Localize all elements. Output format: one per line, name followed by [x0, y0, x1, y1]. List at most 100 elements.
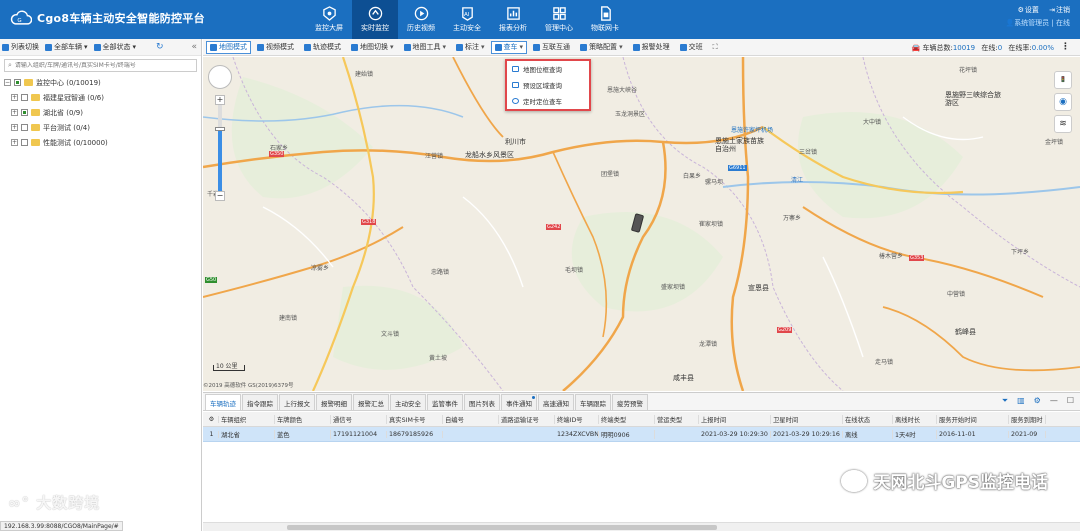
tree-checkbox[interactable]: [21, 94, 28, 101]
column-header[interactable]: 通信号: [331, 414, 387, 424]
folder-icon: [31, 139, 40, 146]
settings-icon[interactable]: ⚙: [1034, 396, 1041, 406]
pan-control[interactable]: [208, 65, 232, 89]
map-mode-button[interactable]: 地图模式: [206, 40, 251, 54]
tree-node[interactable]: + 湖北省 (0/9): [4, 105, 201, 120]
column-header[interactable]: 道路运输证号: [499, 414, 555, 424]
tree-checkbox[interactable]: [21, 139, 28, 146]
map-view[interactable]: 建始镇 石家乡 龙船水乡风景区 利川市 恩施大峡谷 玉龙洞景区 恩施许家坪机场 …: [203, 57, 1080, 391]
all-status-dropdown[interactable]: 全部状态 ▾: [93, 42, 136, 52]
map-label: 黄土坡: [429, 355, 448, 362]
column-header[interactable]: 在线状态: [843, 414, 893, 424]
column-header[interactable]: 真实SIM卡号: [387, 414, 443, 424]
track-mode-button[interactable]: 轨迹模式: [300, 41, 345, 54]
settings-button[interactable]: ⚙设置: [1018, 6, 1039, 14]
zoom-in-button[interactable]: +: [215, 95, 225, 105]
collapse-panel-icon[interactable]: «: [191, 42, 197, 52]
column-header[interactable]: 卫星时间: [771, 414, 843, 424]
table-row[interactable]: 1 湖北省 蓝色 17191121004 18679185926 1234ZXC…: [203, 427, 1080, 442]
nav-report-analysis[interactable]: 报表分析: [490, 0, 536, 39]
nav-active-safety[interactable]: AI 主动安全: [444, 0, 490, 39]
zoom-slider-handle[interactable]: [215, 126, 225, 131]
tree-node-root[interactable]: − 监控中心 (0/10019): [4, 75, 201, 90]
tab-highway-notice[interactable]: 高速通知: [538, 394, 574, 410]
tab-vehicle-status[interactable]: 车辆轨迹: [205, 394, 241, 410]
map-tools-dropdown[interactable]: 地图工具: [400, 41, 451, 54]
fullscreen-icon[interactable]: ⛶: [709, 41, 722, 54]
tree-checkbox[interactable]: [14, 79, 21, 86]
tab-alarm-detail[interactable]: 报警明细: [316, 394, 352, 410]
vehicle-search-input[interactable]: [14, 62, 195, 69]
tree-node[interactable]: + 性能测试 (0/10000): [4, 135, 201, 150]
column-header[interactable]: 服务开始时间: [937, 414, 1009, 424]
menu-item-timed-locate[interactable]: 定时定位查车: [507, 93, 589, 109]
find-vehicle-dropdown[interactable]: 查车: [490, 40, 528, 54]
refresh-icon[interactable]: ↻: [156, 42, 164, 52]
columns-icon[interactable]: ▥: [1017, 396, 1025, 406]
expand-node-icon[interactable]: +: [11, 109, 18, 116]
toolbar-label: 交班: [688, 43, 703, 51]
filter-icon[interactable]: ⏷: [1002, 396, 1008, 406]
list-switch-button[interactable]: 列表切换: [2, 42, 39, 52]
column-header[interactable]: 车牌颜色: [275, 414, 331, 424]
scrollbar-thumb[interactable]: [287, 525, 717, 530]
table-cell: 2021-03-29 10:29:30: [699, 430, 771, 438]
menu-item-preset-area-query[interactable]: 预设区域查询: [507, 77, 589, 93]
tree-node[interactable]: + 福建星冠智通 (0/6): [4, 90, 201, 105]
tree-checkbox[interactable]: [21, 124, 28, 131]
nav-realtime-monitor[interactable]: 实时监控: [352, 0, 398, 39]
more-menu-icon[interactable]: ⋮: [1061, 42, 1070, 52]
tab-alarm-summary[interactable]: 报警汇总: [353, 394, 389, 410]
tab-image-list[interactable]: 图片列表: [464, 394, 500, 410]
column-header[interactable]: 车辆组织: [219, 414, 275, 424]
column-header[interactable]: 终端类型: [599, 414, 655, 424]
vehicle-count: 🚘 车辆总数:10019 在线:0 在线率:0.00%: [912, 43, 1055, 53]
nav-label: 实时监控: [361, 24, 389, 32]
strategy-config-dropdown[interactable]: 策略配置: [576, 41, 627, 54]
tab-event-notice[interactable]: 事件通知: [501, 394, 537, 410]
layers-button[interactable]: ≋: [1054, 115, 1072, 133]
expand-node-icon[interactable]: +: [11, 124, 18, 131]
logout-button[interactable]: ⇥注销: [1049, 6, 1070, 14]
maximize-icon[interactable]: ☐: [1067, 396, 1074, 406]
user-status[interactable]: 👤系统管理员 | 在线: [1005, 17, 1070, 30]
tab-fatigue-warning[interactable]: 疲劳预警: [612, 394, 648, 410]
locate-button[interactable]: ◉: [1054, 93, 1072, 111]
nav-management-center[interactable]: 管理中心: [536, 0, 582, 39]
minimize-icon[interactable]: —: [1050, 396, 1058, 406]
marker-dropdown[interactable]: 标注: [452, 41, 489, 54]
column-header[interactable]: 终端ID号: [555, 414, 599, 424]
tab-vehicle-follow[interactable]: 车辆跟踪: [575, 394, 611, 410]
tab-supervision-events[interactable]: 监管事件: [427, 394, 463, 410]
tree-node[interactable]: + 平台测试 (0/4): [4, 120, 201, 135]
nav-history-video[interactable]: 历史视频: [398, 0, 444, 39]
video-mode-button[interactable]: 视频模式: [253, 41, 298, 54]
zoom-out-button[interactable]: −: [215, 191, 225, 201]
tab-active-safety[interactable]: 主动安全: [390, 394, 426, 410]
expand-node-icon[interactable]: +: [11, 139, 18, 146]
alarm-handling-button[interactable]: 报警处理: [629, 41, 674, 54]
column-header[interactable]: 离线时长: [893, 414, 937, 424]
map-switch-dropdown[interactable]: 地图切换: [347, 41, 398, 54]
menu-item-map-box-query[interactable]: 地图位框查询: [507, 61, 589, 77]
clock-icon: [512, 98, 519, 104]
tab-uplink-message[interactable]: 上行报文: [279, 394, 315, 410]
zoom-slider[interactable]: [215, 105, 225, 191]
tree-checkbox[interactable]: [21, 109, 28, 116]
column-header[interactable]: 自编号: [443, 414, 499, 424]
horizontal-scrollbar[interactable]: [203, 522, 1080, 531]
column-header[interactable]: 上报时间: [699, 414, 771, 424]
shift-handover-button[interactable]: 交班: [676, 41, 707, 54]
interconnect-button[interactable]: 互联互通: [529, 41, 574, 54]
tab-command-tracking[interactable]: 指令跟踪: [242, 394, 278, 410]
column-header[interactable]: 营运类型: [655, 414, 699, 424]
nav-iot-card[interactable]: 物联网卡: [582, 0, 628, 39]
all-vehicles-dropdown[interactable]: 全部车辆 ▾: [45, 42, 88, 52]
expand-node-icon[interactable]: +: [11, 94, 18, 101]
traffic-button[interactable]: 🚦: [1054, 71, 1072, 89]
column-header[interactable]: 服务到期时: [1009, 414, 1046, 424]
layers-icon: ≋: [1059, 118, 1067, 129]
nav-label: 物联网卡: [591, 24, 619, 32]
collapse-node-icon[interactable]: −: [4, 79, 11, 86]
nav-monitor-screen[interactable]: 监控大屏: [306, 0, 352, 39]
